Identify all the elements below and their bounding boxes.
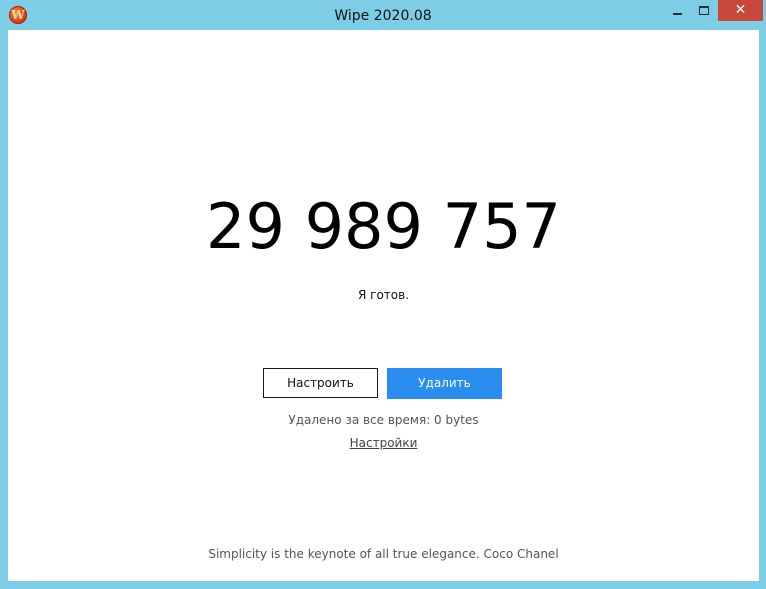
configure-button[interactable]: Настроить [263,368,378,398]
minimize-button[interactable] [665,0,691,21]
status-text: Я готов. [357,288,410,302]
settings-link[interactable]: Настройки [8,436,759,450]
close-icon: ✕ [734,2,747,18]
app-window: W Wipe 2020.08 ✕ 29 989 757 Я готов. Нас… [0,0,766,589]
window-title: Wipe 2020.08 [334,8,432,24]
main-panel: 29 989 757 Я готов. Настроить Удалить Уд… [8,30,759,581]
footer-quote: Simplicity is the keynote of all true el… [208,547,559,561]
maximize-icon [699,6,709,15]
delete-button[interactable]: Удалить [387,368,502,399]
title-bar[interactable]: W Wipe 2020.08 ✕ [0,0,766,30]
items-counter: 29 989 757 [206,190,561,263]
close-button[interactable]: ✕ [718,0,763,21]
total-deleted-text: Удалено за все время: 0 bytes [288,413,479,427]
maximize-button[interactable] [691,0,717,21]
minimize-icon [673,13,682,15]
